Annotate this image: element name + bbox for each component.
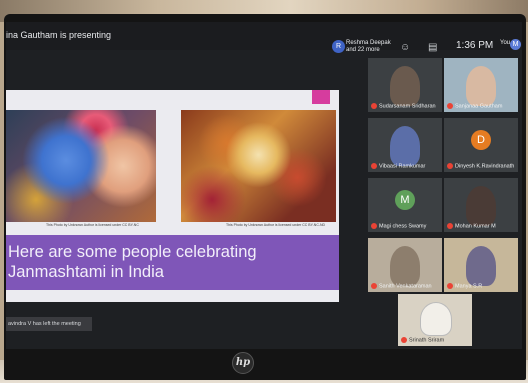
- participant-tile[interactable]: Srinath Sriram: [398, 294, 472, 346]
- participant-video: [390, 66, 420, 106]
- slide-accent-block: [312, 90, 330, 104]
- left-meeting-notice: avindra V has left the meeting: [6, 317, 92, 331]
- participant-name: Sudarsanam Sridharan: [371, 102, 436, 109]
- mic-off-icon: [371, 162, 377, 169]
- participant-tile[interactable]: M Magi chess Swamy: [368, 178, 442, 232]
- participant-tile[interactable]: Manya S.R: [444, 238, 518, 292]
- participant-tile[interactable]: Vibaasi Ramkumar: [368, 118, 442, 172]
- mic-off-icon: [371, 282, 377, 289]
- participant-tile[interactable]: Mohan Kumar M: [444, 178, 518, 232]
- hp-logo: hp: [232, 352, 254, 374]
- participant-tile[interactable]: Sanjanaa Gautham: [444, 58, 518, 112]
- photo-caption-right: This Photo by Unknown Author is licensed…: [226, 223, 326, 227]
- mic-off-icon: [447, 282, 453, 289]
- meet-top-bar: ina Gautham is presenting R Reshma Deepa…: [6, 22, 522, 53]
- participant-video: [390, 126, 420, 166]
- slide-heading: Here are some people celebrating Janmash…: [8, 243, 257, 281]
- participant-video: [466, 186, 496, 226]
- photo-caption-left: This Photo by Unknown Author is licensed…: [46, 223, 139, 227]
- participant-name: Vibaasi Ramkumar: [371, 162, 425, 169]
- presenting-label: ina Gautham is presenting: [6, 30, 112, 40]
- participant-tile[interactable]: Sanith Venkataraman: [368, 238, 442, 292]
- participant-name: Srinath Sriram: [401, 336, 444, 343]
- participant-video: [466, 246, 496, 286]
- presentation-slide: This Photo by Unknown Author is licensed…: [6, 90, 339, 302]
- participant-name: Sanjanaa Gautham: [447, 102, 502, 109]
- mic-off-icon: [447, 162, 453, 169]
- participant-name: Manya S.R: [447, 282, 482, 289]
- clock: 1:36 PM: [456, 40, 494, 51]
- participant-summary[interactable]: Reshma Deepak and 22 more: [346, 40, 396, 54]
- participant-video: [390, 246, 420, 286]
- mic-off-icon: [371, 222, 377, 229]
- chat-icon[interactable]: ▤: [428, 42, 437, 53]
- participant-name: Dinyesh K.Ravindranath: [447, 162, 514, 169]
- participant-video: [466, 66, 496, 106]
- mic-off-icon: [371, 102, 377, 109]
- people-icon[interactable]: ☺: [400, 42, 410, 53]
- mic-off-icon: [447, 222, 453, 229]
- mic-off-icon: [401, 336, 407, 343]
- host-avatar: R: [332, 40, 345, 53]
- meet-screen: ina Gautham is presenting R Reshma Deepa…: [6, 22, 522, 349]
- user-avatar[interactable]: M: [510, 39, 521, 50]
- participant-name: Sanith Venkataraman: [371, 282, 432, 289]
- participant-avatar: D: [471, 130, 491, 150]
- participant-name: Mohan Kumar M: [447, 222, 496, 229]
- slide-photo-children: [6, 110, 156, 222]
- participant-name: Magi chess Swamy: [371, 222, 426, 229]
- participant-video: [420, 302, 452, 336]
- slide-photo-shrine: [181, 110, 336, 222]
- you-label: You: [500, 40, 511, 46]
- participant-tile[interactable]: Sudarsanam Sridharan: [368, 58, 442, 112]
- participant-tile[interactable]: D Dinyesh K.Ravindranath: [444, 118, 518, 172]
- mic-off-icon: [447, 102, 453, 109]
- participant-avatar: M: [395, 190, 415, 210]
